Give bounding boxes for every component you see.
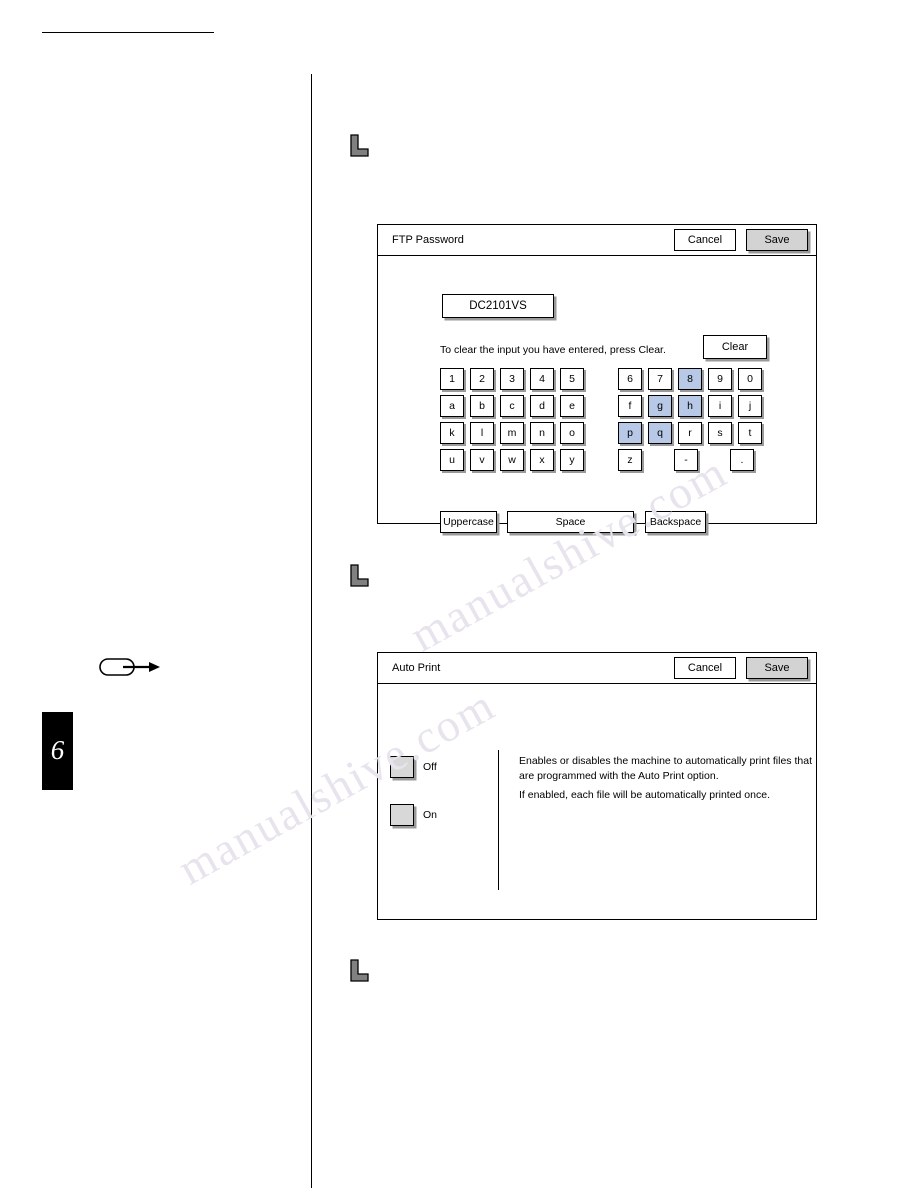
clear-hint-text: To clear the input you have entered, pre… (440, 344, 666, 356)
column-divider (311, 74, 312, 1188)
chapter-number: 6 (50, 734, 65, 765)
note-arrow (99, 655, 161, 679)
chapter-tab: 6 (42, 712, 73, 790)
key-4[interactable]: 4 (530, 368, 554, 390)
description-paragraph-1: Enables or disables the machine to autom… (519, 755, 812, 783)
description-paragraph-2: If enabled, each file will be automatica… (519, 789, 770, 801)
keyboard-row-right-2: f g h i j (618, 395, 768, 417)
keyboard-row-left-3: k l m n o (440, 422, 590, 444)
auto-print-body: Off On Enables or disables the machine t… (378, 684, 816, 950)
key-g[interactable]: g (648, 395, 672, 417)
uppercase-button[interactable]: Uppercase (440, 511, 497, 533)
key-k[interactable]: k (440, 422, 464, 444)
header-rule (42, 32, 214, 33)
key-m[interactable]: m (500, 422, 524, 444)
key-b[interactable]: b (470, 395, 494, 417)
keyboard-row-right-1: 6 7 8 9 0 (618, 368, 768, 390)
cancel-button[interactable]: Cancel (674, 657, 736, 679)
key-x[interactable]: x (530, 449, 554, 471)
auto-print-title: Auto Print (392, 662, 441, 674)
ftp-password-title: FTP Password (392, 234, 464, 246)
space-button[interactable]: Space (507, 511, 634, 533)
key-s[interactable]: s (708, 422, 732, 444)
keyboard-row-right-3: p q r s t (618, 422, 768, 444)
key-h[interactable]: h (678, 395, 702, 417)
option-on-label: On (423, 809, 438, 821)
keyboard-row-right-4: z - . (618, 449, 760, 471)
key-c[interactable]: c (500, 395, 524, 417)
key-z[interactable]: z (618, 449, 642, 471)
cancel-button[interactable]: Cancel (674, 229, 736, 251)
key-spacer-2 (704, 449, 730, 471)
key-j[interactable]: j (738, 395, 762, 417)
auto-print-dialog: Auto Print Cancel Save Off On Enables or… (377, 652, 817, 920)
key-q[interactable]: q (648, 422, 672, 444)
option-on[interactable]: On (390, 804, 437, 826)
auto-print-header: Auto Print Cancel Save (378, 653, 816, 684)
step-marker-2 (350, 564, 370, 588)
step-marker-1 (350, 134, 370, 158)
key-2[interactable]: 2 (470, 368, 494, 390)
option-off-box[interactable] (390, 756, 414, 778)
key-r[interactable]: r (678, 422, 702, 444)
clear-button[interactable]: Clear (703, 335, 767, 359)
ftp-password-dialog: FTP Password Cancel Save DC2101VS To cle… (377, 224, 817, 533)
key-p[interactable]: p (618, 422, 642, 444)
key-n[interactable]: n (530, 422, 554, 444)
panel-separator (498, 750, 499, 890)
key-0[interactable]: 0 (738, 368, 762, 390)
key-6[interactable]: 6 (618, 368, 642, 390)
keyboard-row-left-1: 1 2 3 4 5 (440, 368, 590, 390)
option-on-box[interactable] (390, 804, 414, 826)
key-1[interactable]: 1 (440, 368, 464, 390)
ftp-password-header: FTP Password Cancel Save (378, 225, 816, 256)
key-i[interactable]: i (708, 395, 732, 417)
key-d[interactable]: d (530, 395, 554, 417)
keyboard-bottom-row: Uppercase Space Backspace (440, 511, 706, 533)
key-9[interactable]: 9 (708, 368, 732, 390)
key-period[interactable]: . (730, 449, 754, 471)
save-button[interactable]: Save (746, 657, 808, 679)
key-8[interactable]: 8 (678, 368, 702, 390)
key-5[interactable]: 5 (560, 368, 584, 390)
step-marker-3 (350, 959, 370, 983)
key-t[interactable]: t (738, 422, 762, 444)
ftp-password-body: DC2101VS To clear the input you have ent… (378, 256, 816, 554)
save-button[interactable]: Save (746, 229, 808, 251)
key-w[interactable]: w (500, 449, 524, 471)
key-hyphen[interactable]: - (674, 449, 698, 471)
option-off-label: Off (423, 761, 437, 773)
key-3[interactable]: 3 (500, 368, 524, 390)
key-u[interactable]: u (440, 449, 464, 471)
keyboard-row-left-2: a b c d e (440, 395, 590, 417)
key-l[interactable]: l (470, 422, 494, 444)
document-page: 6 FTP Password Cancel Save DC2101VS To c… (0, 0, 918, 1188)
key-v[interactable]: v (470, 449, 494, 471)
key-e[interactable]: e (560, 395, 584, 417)
key-spacer-1 (648, 449, 674, 471)
key-a[interactable]: a (440, 395, 464, 417)
key-f[interactable]: f (618, 395, 642, 417)
backspace-button[interactable]: Backspace (645, 511, 706, 533)
keyboard-row-left-4: u v w x y (440, 449, 590, 471)
key-7[interactable]: 7 (648, 368, 672, 390)
password-field[interactable]: DC2101VS (442, 294, 554, 318)
option-off[interactable]: Off (390, 756, 437, 778)
watermark: manualshive.com manualshive.com (0, 0, 918, 1188)
key-o[interactable]: o (560, 422, 584, 444)
key-y[interactable]: y (560, 449, 584, 471)
